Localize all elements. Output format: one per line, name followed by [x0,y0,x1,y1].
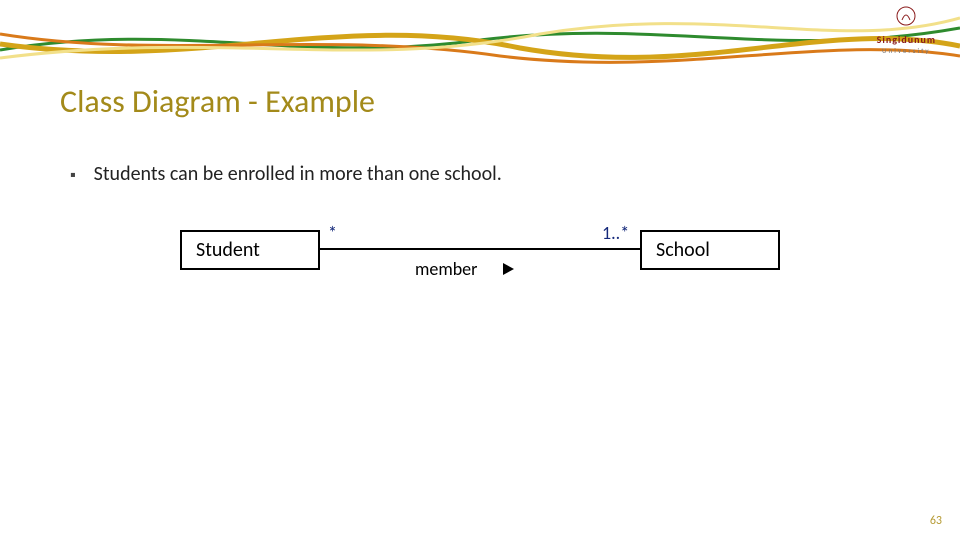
logo-name: Singidunum [877,33,936,46]
bullet-text: Students can be enrolled in more than on… [94,162,502,186]
uml-association-diagram: Student School * 1..* member [180,218,800,308]
uml-multiplicity-left: * [328,222,337,244]
header-wave [0,0,960,70]
direction-triangle-icon [503,263,514,275]
bullet-item: ▪ Students can be enrolled in more than … [70,162,502,190]
uml-class-school: School [640,230,780,270]
logo-crest-icon [896,6,916,26]
page-number: 63 [930,514,942,528]
slide-title: Class Diagram - Example [60,82,375,121]
logo-subtitle: University [877,46,936,55]
uml-class-student: Student [180,230,320,270]
uml-association-label: member [415,258,514,280]
uml-association-line [320,248,640,250]
bullet-marker: ▪ [70,162,76,190]
uml-multiplicity-right: 1..* [602,222,629,244]
uml-association-name: member [415,258,477,280]
university-logo: Singidunum University [877,6,936,55]
